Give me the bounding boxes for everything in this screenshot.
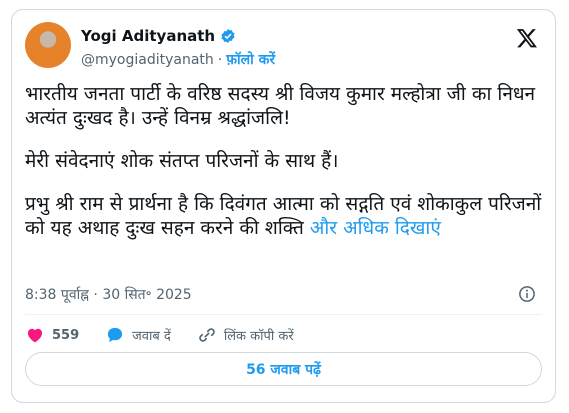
tweet-paragraph-3: प्रभु श्री राम से प्रार्थना है कि दिवंगत… bbox=[25, 192, 545, 240]
link-icon bbox=[199, 328, 215, 342]
tweet-text: भारतीय जनता पार्टी के वरिष्ठ सदस्य श्री … bbox=[25, 82, 545, 259]
author-handle-row: @myogiadityanath · फ़ॉलो करें bbox=[81, 50, 275, 69]
heart-icon bbox=[27, 328, 43, 343]
avatar[interactable] bbox=[25, 22, 71, 68]
read-replies-label: 56 जवाब पढ़ें bbox=[246, 361, 321, 378]
author-name-row: Yogi Adityanath bbox=[81, 27, 236, 45]
verified-badge-icon bbox=[221, 29, 235, 43]
tweet-paragraph-2: मेरी संवेदनाएं शोक संतप्त परिजनों के साथ… bbox=[25, 150, 339, 172]
copy-link-label: लिंक कॉपी करें bbox=[223, 329, 294, 344]
like-button[interactable]: 559 bbox=[25, 325, 79, 345]
reply-label: जवाब दें bbox=[132, 329, 171, 344]
handle-separator: · bbox=[217, 51, 223, 68]
divider bbox=[25, 314, 542, 315]
x-logo-icon[interactable] bbox=[516, 27, 538, 49]
like-count: 559 bbox=[52, 327, 80, 343]
tweet-timestamp[interactable]: 8:38 पूर्वाह्न · 30 सित॰ 2025 bbox=[25, 285, 192, 304]
show-more-link[interactable]: और अधिक दिखाएं bbox=[310, 217, 441, 239]
reply-bubble-icon bbox=[108, 327, 123, 343]
author-handle[interactable]: @myogiadityanath bbox=[81, 52, 214, 68]
tweet-paragraph-3-text: प्रभु श्री राम से प्रार्थना है कि दिवंगत… bbox=[25, 193, 542, 239]
author-name[interactable]: Yogi Adityanath bbox=[81, 27, 215, 45]
tweet-date: 30 सित॰ 2025 bbox=[102, 287, 192, 303]
follow-button[interactable]: फ़ॉलो करें bbox=[226, 50, 275, 69]
read-replies-button[interactable]: 56 जवाब पढ़ें bbox=[25, 352, 542, 386]
reply-button[interactable]: जवाब दें bbox=[105, 325, 171, 345]
tweet-card: Yogi Adityanath @myogiadityanath · फ़ॉलो… bbox=[11, 9, 556, 403]
action-bar: 559 जवाब दें लिंक कॉपी करें bbox=[25, 324, 320, 346]
info-icon[interactable] bbox=[518, 285, 536, 303]
tweet-time: 8:38 पूर्वाह्न bbox=[25, 287, 89, 303]
tweet-paragraph-1: भारतीय जनता पार्टी के वरिष्ठ सदस्य श्री … bbox=[25, 83, 536, 129]
timestamp-separator: · bbox=[93, 287, 98, 303]
copy-link-button[interactable]: लिंक कॉपी करें bbox=[197, 325, 294, 345]
